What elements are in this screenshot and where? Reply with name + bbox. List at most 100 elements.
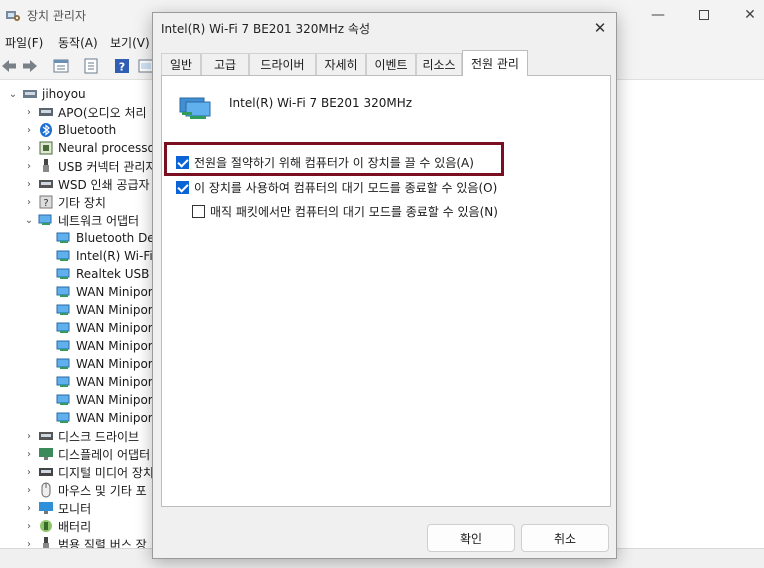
tree-item-label: WAN Minipor [76, 411, 153, 425]
chevron-right-icon[interactable]: › [22, 143, 36, 154]
chevron-right-icon[interactable]: › [22, 449, 36, 460]
chevron-right-icon[interactable]: › [22, 467, 36, 478]
chevron-right-icon[interactable]: › [22, 179, 36, 190]
chevron-right-icon[interactable]: › [22, 125, 36, 136]
maximize-icon [699, 10, 709, 20]
tree-item[interactable]: WAN Minipor [40, 355, 153, 373]
tree-item[interactable]: ⌄ jihoyou [6, 85, 86, 103]
tree-item-label: Intel(R) Wi-Fi 7 [76, 249, 160, 263]
chevron-right-icon[interactable]: › [22, 107, 36, 118]
dialog-close-button[interactable]: ✕ [583, 14, 617, 42]
chevron-right-icon[interactable]: › [22, 197, 36, 208]
tab-events[interactable]: 이벤트 [366, 53, 416, 75]
help-icon[interactable]: ? [113, 57, 131, 75]
tree-item[interactable]: WAN Minipor [40, 337, 153, 355]
chevron-right-icon[interactable]: › [22, 161, 36, 172]
mouse-icon [41, 482, 51, 498]
tree-item[interactable]: › 모니터 [22, 499, 91, 517]
tab-resources[interactable]: 리소스 [416, 53, 462, 75]
display-adapter-icon [39, 448, 53, 460]
tree-item[interactable]: › 마우스 및 기타 포 [22, 481, 147, 499]
allow-turn-off-checkbox[interactable]: 전원을 절약하기 위해 컴퓨터가 이 장치를 끌 수 있음(A) [176, 154, 474, 171]
tree-item[interactable]: WAN Minipor [40, 283, 153, 301]
tree-item[interactable]: WAN Minipor [40, 301, 153, 319]
tree-item[interactable]: Intel(R) Wi-Fi 7 [40, 247, 160, 265]
chevron-right-icon[interactable]: › [22, 503, 36, 514]
tree-item-label: 디지털 미디어 장치 [58, 465, 154, 480]
maximize-button[interactable] [681, 0, 727, 30]
tab-details[interactable]: 자세히 [316, 53, 366, 75]
tree-item[interactable]: WAN Minipor [40, 409, 153, 427]
tree-item[interactable]: › Neural processors [22, 139, 160, 157]
tree-item[interactable]: › 디스플레이 어댑터 [22, 445, 150, 463]
unknown-device-icon: ? [39, 195, 53, 209]
menu-action[interactable]: 동작(A) [58, 34, 98, 51]
tree-item[interactable]: Bluetooth Dev [40, 229, 160, 247]
tab-general[interactable]: 일반 [161, 53, 201, 75]
tree-item-label: USB 커넥터 관리자 [58, 159, 157, 174]
network-adapter-icon [56, 232, 70, 243]
chevron-down-icon[interactable]: ⌄ [22, 215, 36, 226]
chevron-right-icon[interactable]: › [22, 431, 36, 442]
chevron-right-icon[interactable]: › [22, 521, 36, 532]
chevron-down-icon[interactable]: ⌄ [6, 89, 20, 100]
tree-item[interactable]: ›? 기타 장치 [22, 193, 106, 211]
tree-item-label: WSD 인쇄 공급자 [58, 177, 150, 192]
tab-label: 이벤트 [374, 58, 408, 72]
chip-icon [39, 141, 53, 155]
checkbox-box[interactable] [176, 156, 189, 169]
tree-item[interactable]: › APO(오디오 처리 [22, 103, 147, 121]
properties-sheet-icon[interactable] [52, 57, 70, 75]
tree-item[interactable]: WAN Minipor [40, 373, 153, 391]
tree-item-label: WAN Minipor [76, 375, 153, 389]
checkbox-label: 이 장치를 사용하여 컴퓨터의 대기 모드를 종료할 수 있음(O) [194, 181, 498, 195]
tree-item[interactable]: Realtek USB G [40, 265, 160, 283]
chevron-right-icon[interactable]: › [22, 485, 36, 496]
minimize-button[interactable]: — [635, 0, 681, 30]
menu-file[interactable]: 파일(F) [5, 34, 43, 51]
network-adapter-icon [56, 376, 70, 387]
close-window-button[interactable]: ✕ [727, 0, 764, 30]
checkbox-box[interactable] [192, 205, 205, 218]
tab-advanced[interactable]: 고급 [201, 53, 249, 75]
properties-dialog: Intel(R) Wi-Fi 7 BE201 320MHz 속성 ✕ 일반 고급… [152, 12, 617, 559]
speaker-icon [39, 108, 53, 116]
ok-button[interactable]: 확인 [427, 524, 515, 552]
dialog-title: Intel(R) Wi-Fi 7 BE201 320MHz 속성 [161, 22, 370, 36]
allow-wake-checkbox[interactable]: 이 장치를 사용하여 컴퓨터의 대기 모드를 종료할 수 있음(O) [176, 179, 497, 196]
cancel-button[interactable]: 취소 [521, 524, 609, 552]
tree-item[interactable]: › Bluetooth [22, 121, 116, 139]
battery-icon [40, 520, 52, 532]
tree-item[interactable]: WAN Minipor [40, 319, 153, 337]
printer-icon [39, 180, 53, 188]
tree-item[interactable]: › 범용 직렬 버스 장 [22, 535, 147, 548]
tree-item[interactable]: › WSD 인쇄 공급자 [22, 175, 150, 193]
tab-bar: 일반 고급 드라이버 자세히 이벤트 리소스 전원 관리 [161, 50, 611, 76]
disk-drive-icon [39, 432, 53, 440]
tree-item-label: WAN Minipor [76, 303, 153, 317]
forward-arrow-icon[interactable] [21, 57, 39, 75]
checkbox-label: 전원을 절약하기 위해 컴퓨터가 이 장치를 끌 수 있음(A) [194, 156, 474, 170]
back-arrow-icon[interactable] [0, 57, 18, 75]
menu-view[interactable]: 보기(V) [110, 34, 150, 51]
checkbox-box[interactable] [176, 181, 189, 194]
tree-item[interactable]: › 디스크 드라이브 [22, 427, 139, 445]
tree-item[interactable]: › 배터리 [22, 517, 91, 535]
tree-item[interactable]: ⌄ 네트워크 어댑터 [22, 211, 139, 229]
tab-label: 전원 관리 [471, 57, 519, 71]
tree-item[interactable]: › USB 커넥터 관리자 [22, 157, 157, 175]
update-driver-icon[interactable] [82, 57, 100, 75]
tab-driver[interactable]: 드라이버 [249, 53, 316, 75]
tree-item-label: APO(오디오 처리 [58, 105, 147, 120]
close-icon: ✕ [593, 19, 607, 37]
checkbox-label: 매직 패킷에서만 컴퓨터의 대기 모드를 종료할 수 있음(N) [210, 205, 498, 219]
tree-item[interactable]: WAN Minipor [40, 391, 153, 409]
magic-packet-only-checkbox[interactable]: 매직 패킷에서만 컴퓨터의 대기 모드를 종료할 수 있음(N) [192, 203, 498, 220]
tree-item[interactable]: › 디지털 미디어 장치 [22, 463, 154, 481]
tab-power-management[interactable]: 전원 관리 [462, 50, 528, 76]
bluetooth-icon [40, 123, 52, 137]
chevron-right-icon[interactable]: › [22, 539, 36, 549]
tree-item-label: Neural processors [58, 141, 160, 155]
power-management-panel: Intel(R) Wi-Fi 7 BE201 320MHz 전원을 절약하기 위… [161, 75, 611, 507]
device-manager-icon [6, 11, 20, 21]
